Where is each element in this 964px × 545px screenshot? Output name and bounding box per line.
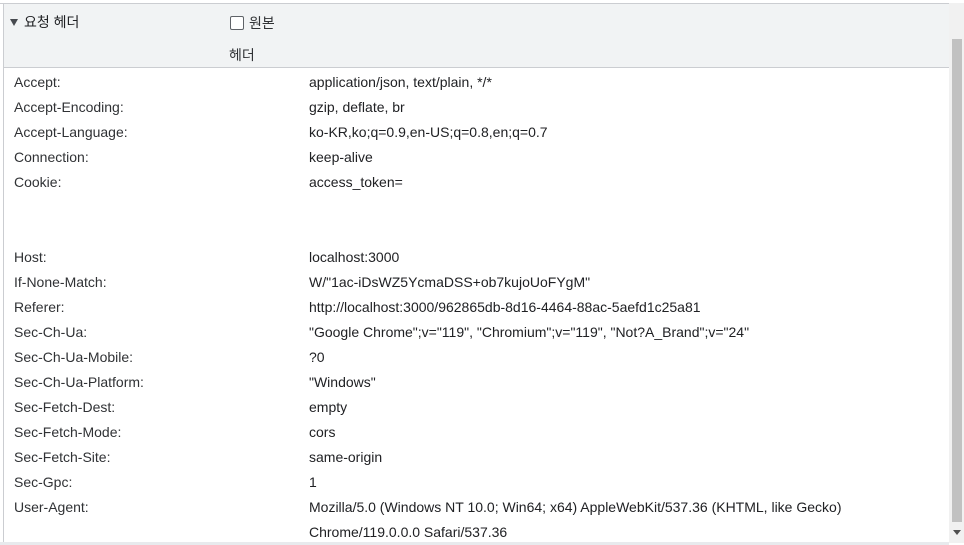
header-row-sec-ch-ua-platform: Sec-Ch-Ua-Platform: "Windows" bbox=[14, 370, 944, 395]
header-key: If-None-Match: bbox=[14, 274, 107, 290]
header-row-user-agent: User-Agent: Mozilla/5.0 (Windows NT 10.0… bbox=[14, 495, 944, 545]
raw-label: 원본 bbox=[249, 15, 275, 31]
section-title: 요청 헤더 bbox=[24, 14, 80, 30]
header-row-sec-fetch-site: Sec-Fetch-Site: same-origin bbox=[14, 445, 944, 470]
header-key: Sec-Fetch-Site: bbox=[14, 449, 111, 465]
triangle-down-icon bbox=[10, 18, 18, 26]
header-key: Sec-Ch-Ua: bbox=[14, 324, 88, 340]
header-row-sec-ch-ua: Sec-Ch-Ua: "Google Chrome";v="119", "Chr… bbox=[14, 320, 944, 345]
headers-list: Accept: application/json, text/plain, */… bbox=[14, 70, 944, 545]
header-value: http://localhost:3000/962865db-8d16-4464… bbox=[309, 299, 701, 315]
header-row-accept: Accept: application/json, text/plain, */… bbox=[14, 70, 944, 95]
header-key: Sec-Ch-Ua-Platform: bbox=[14, 374, 144, 390]
checkbox-unchecked-icon[interactable] bbox=[230, 16, 244, 30]
request-headers-toggle[interactable]: 요청 헤더 bbox=[10, 12, 79, 32]
scroll-down-arrow-icon[interactable] bbox=[953, 530, 961, 535]
header-row-cookie: Cookie: access_token= bbox=[14, 170, 944, 245]
header-value: keep-alive bbox=[309, 149, 373, 165]
header-key: Sec-Fetch-Dest: bbox=[14, 399, 116, 415]
header-row-accept-language: Accept-Language: ko-KR,ko;q=0.9,en-US;q=… bbox=[14, 120, 944, 145]
header-key: Accept: bbox=[14, 74, 61, 90]
header-row-sec-fetch-mode: Sec-Fetch-Mode: cors bbox=[14, 420, 944, 445]
header-key: Cookie: bbox=[14, 174, 62, 190]
header-value: access_token= bbox=[309, 174, 403, 190]
header-row-sec-ch-ua-mobile: Sec-Ch-Ua-Mobile: ?0 bbox=[14, 345, 944, 370]
header-row-connection: Connection: keep-alive bbox=[14, 145, 944, 170]
header-key: User-Agent: bbox=[14, 499, 89, 515]
header-value: ?0 bbox=[309, 349, 325, 365]
header-value: cors bbox=[309, 424, 336, 440]
header-key: Connection: bbox=[14, 149, 89, 165]
header-value: empty bbox=[309, 399, 348, 415]
header-value: 1 bbox=[309, 474, 317, 490]
header-key: Referer: bbox=[14, 299, 65, 315]
header-row-referer: Referer: http://localhost:3000/962865db-… bbox=[14, 295, 944, 320]
vertical-scrollbar[interactable] bbox=[949, 3, 964, 543]
header-value: same-origin bbox=[309, 449, 383, 465]
header-value: "Windows" bbox=[309, 374, 376, 390]
header-key: Accept-Encoding: bbox=[14, 99, 124, 115]
header-key: Sec-Ch-Ua-Mobile: bbox=[14, 349, 134, 365]
request-headers-panel: 요청 헤더 원본 헤더 Accept: application/json, te… bbox=[0, 0, 964, 545]
header-row-accept-encoding: Accept-Encoding: gzip, deflate, br bbox=[14, 95, 944, 120]
header-key: Sec-Fetch-Mode: bbox=[14, 424, 122, 440]
section-header: 요청 헤더 원본 헤더 bbox=[4, 4, 949, 68]
divider bbox=[3, 3, 4, 543]
scrollbar-thumb[interactable] bbox=[952, 39, 962, 522]
header-value: application/json, text/plain, */* bbox=[309, 74, 492, 90]
header-value: W/"1ac-iDsWZ5YcmaDSS+ob7kujoUoFYgM" bbox=[309, 274, 591, 290]
header-value: gzip, deflate, br bbox=[309, 99, 405, 115]
header-key: Sec-Gpc: bbox=[14, 474, 73, 490]
header-value: Mozilla/5.0 (Windows NT 10.0; Win64; x64… bbox=[309, 499, 842, 540]
header-value: "Google Chrome";v="119", "Chromium";v="1… bbox=[309, 324, 750, 340]
header-row-sec-fetch-dest: Sec-Fetch-Dest: empty bbox=[14, 395, 944, 420]
header-key: Host: bbox=[14, 249, 47, 265]
header-value: ko-KR,ko;q=0.9,en-US;q=0.8,en;q=0.7 bbox=[309, 124, 548, 140]
header-row-if-none-match: If-None-Match: W/"1ac-iDsWZ5YcmaDSS+ob7k… bbox=[14, 270, 944, 295]
raw-label-line2: 헤더 bbox=[229, 47, 255, 63]
header-value: localhost:3000 bbox=[309, 249, 400, 265]
raw-headers-checkbox[interactable]: 원본 bbox=[230, 12, 275, 34]
header-key: Accept-Language: bbox=[14, 124, 128, 140]
header-row-sec-gpc: Sec-Gpc: 1 bbox=[14, 470, 944, 495]
header-row-host: Host: localhost:3000 bbox=[14, 245, 944, 270]
